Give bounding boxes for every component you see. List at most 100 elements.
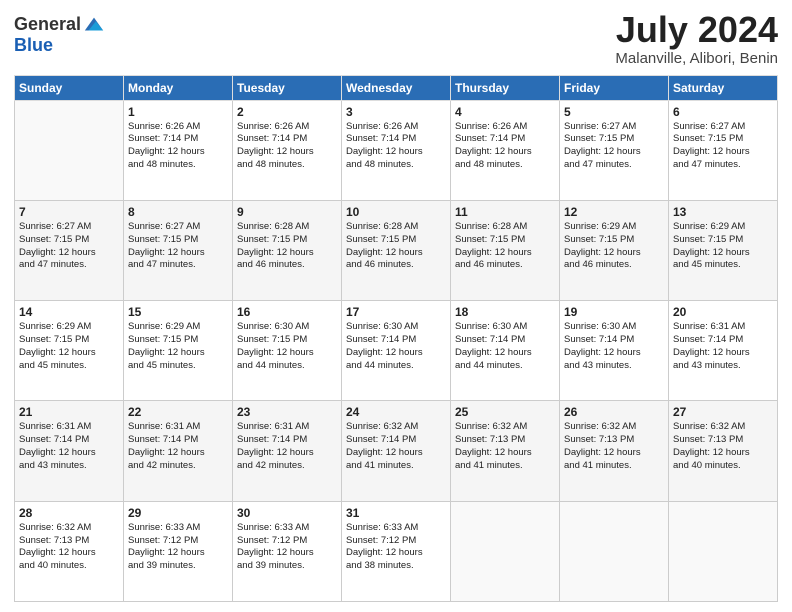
day-info: Sunrise: 6:32 AM Sunset: 7:13 PM Dayligh…: [19, 522, 119, 573]
week-row: 28 Sunrise: 6:32 AM Sunset: 7:13 PM Dayli…: [15, 501, 778, 601]
calendar-header: SundayMondayTuesdayWednesdayThursdayFrid…: [15, 75, 778, 100]
col-header-saturday: Saturday: [669, 75, 778, 100]
day-info: Sunrise: 6:30 AM Sunset: 7:14 PM Dayligh…: [455, 321, 555, 372]
title-location: Malanville, Alibori, Benin: [615, 50, 778, 67]
col-header-monday: Monday: [124, 75, 233, 100]
logo-icon: [83, 14, 105, 36]
day-number: 24: [346, 405, 446, 419]
day-info: Sunrise: 6:33 AM Sunset: 7:12 PM Dayligh…: [346, 522, 446, 573]
day-info: Sunrise: 6:33 AM Sunset: 7:12 PM Dayligh…: [128, 522, 228, 573]
day-info: Sunrise: 6:27 AM Sunset: 7:15 PM Dayligh…: [19, 221, 119, 272]
day-cell: 10 Sunrise: 6:28 AM Sunset: 7:15 PM Dayli…: [342, 200, 451, 300]
day-number: 13: [673, 205, 773, 219]
calendar-table: SundayMondayTuesdayWednesdayThursdayFrid…: [14, 75, 778, 602]
day-info: Sunrise: 6:29 AM Sunset: 7:15 PM Dayligh…: [19, 321, 119, 372]
day-cell: [560, 501, 669, 601]
day-number: 26: [564, 405, 664, 419]
day-cell: 30Sunrise: 6:33 AM Sunset: 7:12 PM Dayli…: [233, 501, 342, 601]
day-info: Sunrise: 6:28 AM Sunset: 7:15 PM Dayligh…: [346, 221, 446, 272]
day-number: 30: [237, 506, 337, 520]
day-cell: 8 Sunrise: 6:27 AM Sunset: 7:15 PM Daylig…: [124, 200, 233, 300]
day-info: Sunrise: 6:28 AM Sunset: 7:15 PM Dayligh…: [237, 221, 337, 272]
day-info: Sunrise: 6:32 AM Sunset: 7:13 PM Dayligh…: [564, 421, 664, 472]
day-cell: [15, 100, 124, 200]
day-cell: 21 Sunrise: 6:31 AM Sunset: 7:14 PM Dayli…: [15, 401, 124, 501]
day-number: 21: [19, 405, 119, 419]
day-cell: 28 Sunrise: 6:32 AM Sunset: 7:13 PM Dayli…: [15, 501, 124, 601]
day-cell: 2Sunrise: 6:26 AM Sunset: 7:14 PM Daylig…: [233, 100, 342, 200]
day-cell: [669, 501, 778, 601]
day-cell: 6 Sunrise: 6:27 AM Sunset: 7:15 PM Daylig…: [669, 100, 778, 200]
day-info: Sunrise: 6:29 AM Sunset: 7:15 PM Dayligh…: [128, 321, 228, 372]
day-cell: 23Sunrise: 6:31 AM Sunset: 7:14 PM Dayli…: [233, 401, 342, 501]
day-info: Sunrise: 6:31 AM Sunset: 7:14 PM Dayligh…: [673, 321, 773, 372]
day-number: 29: [128, 506, 228, 520]
week-row: 21 Sunrise: 6:31 AM Sunset: 7:14 PM Dayli…: [15, 401, 778, 501]
logo-blue: Blue: [14, 35, 53, 55]
day-number: 6: [673, 105, 773, 119]
day-cell: 14 Sunrise: 6:29 AM Sunset: 7:15 PM Dayli…: [15, 301, 124, 401]
day-cell: 20 Sunrise: 6:31 AM Sunset: 7:14 PM Dayli…: [669, 301, 778, 401]
day-cell: 11 Sunrise: 6:28 AM Sunset: 7:15 PM Dayli…: [451, 200, 560, 300]
day-info: Sunrise: 6:28 AM Sunset: 7:15 PM Dayligh…: [455, 221, 555, 272]
col-header-wednesday: Wednesday: [342, 75, 451, 100]
day-cell: 31 Sunrise: 6:33 AM Sunset: 7:12 PM Dayli…: [342, 501, 451, 601]
day-info: Sunrise: 6:26 AM Sunset: 7:14 PM Dayligh…: [237, 121, 337, 172]
day-info: Sunrise: 6:27 AM Sunset: 7:15 PM Dayligh…: [128, 221, 228, 272]
day-cell: 15 Sunrise: 6:29 AM Sunset: 7:15 PM Dayli…: [124, 301, 233, 401]
day-number: 8: [128, 205, 228, 219]
logo: General Blue: [14, 14, 105, 56]
day-number: 5: [564, 105, 664, 119]
day-info: Sunrise: 6:26 AM Sunset: 7:14 PM Dayligh…: [455, 121, 555, 172]
week-row: 7Sunrise: 6:27 AM Sunset: 7:15 PM Daylig…: [15, 200, 778, 300]
day-cell: 9Sunrise: 6:28 AM Sunset: 7:15 PM Daylig…: [233, 200, 342, 300]
day-number: 17: [346, 305, 446, 319]
day-number: 3: [346, 105, 446, 119]
day-cell: 18 Sunrise: 6:30 AM Sunset: 7:14 PM Dayli…: [451, 301, 560, 401]
day-cell: 25Sunrise: 6:32 AM Sunset: 7:13 PM Dayli…: [451, 401, 560, 501]
day-number: 11: [455, 205, 555, 219]
day-cell: 7Sunrise: 6:27 AM Sunset: 7:15 PM Daylig…: [15, 200, 124, 300]
day-info: Sunrise: 6:30 AM Sunset: 7:14 PM Dayligh…: [346, 321, 446, 372]
title-block: July 2024 Malanville, Alibori, Benin: [615, 10, 778, 67]
day-info: Sunrise: 6:26 AM Sunset: 7:14 PM Dayligh…: [346, 121, 446, 172]
day-info: Sunrise: 6:29 AM Sunset: 7:15 PM Dayligh…: [564, 221, 664, 272]
day-info: Sunrise: 6:26 AM Sunset: 7:14 PM Dayligh…: [128, 121, 228, 172]
day-cell: 3 Sunrise: 6:26 AM Sunset: 7:14 PM Daylig…: [342, 100, 451, 200]
day-number: 12: [564, 205, 664, 219]
page: General Blue July 2024 Malanville, Alibo…: [0, 0, 792, 612]
day-cell: 17 Sunrise: 6:30 AM Sunset: 7:14 PM Dayli…: [342, 301, 451, 401]
day-cell: [451, 501, 560, 601]
title-month: July 2024: [615, 10, 778, 50]
day-cell: 16Sunrise: 6:30 AM Sunset: 7:15 PM Dayli…: [233, 301, 342, 401]
day-info: Sunrise: 6:27 AM Sunset: 7:15 PM Dayligh…: [673, 121, 773, 172]
day-cell: 22Sunrise: 6:31 AM Sunset: 7:14 PM Dayli…: [124, 401, 233, 501]
day-number: 19: [564, 305, 664, 319]
week-row: 14 Sunrise: 6:29 AM Sunset: 7:15 PM Dayli…: [15, 301, 778, 401]
day-number: 15: [128, 305, 228, 319]
day-info: Sunrise: 6:31 AM Sunset: 7:14 PM Dayligh…: [19, 421, 119, 472]
day-number: 22: [128, 405, 228, 419]
day-info: Sunrise: 6:32 AM Sunset: 7:13 PM Dayligh…: [455, 421, 555, 472]
day-number: 20: [673, 305, 773, 319]
day-number: 10: [346, 205, 446, 219]
day-info: Sunrise: 6:32 AM Sunset: 7:14 PM Dayligh…: [346, 421, 446, 472]
day-cell: 12 Sunrise: 6:29 AM Sunset: 7:15 PM Dayli…: [560, 200, 669, 300]
week-row: 1Sunrise: 6:26 AM Sunset: 7:14 PM Daylig…: [15, 100, 778, 200]
col-header-thursday: Thursday: [451, 75, 560, 100]
day-number: 28: [19, 506, 119, 520]
day-number: 18: [455, 305, 555, 319]
day-info: Sunrise: 6:29 AM Sunset: 7:15 PM Dayligh…: [673, 221, 773, 272]
day-cell: 4Sunrise: 6:26 AM Sunset: 7:14 PM Daylig…: [451, 100, 560, 200]
day-cell: 24 Sunrise: 6:32 AM Sunset: 7:14 PM Dayli…: [342, 401, 451, 501]
day-info: Sunrise: 6:31 AM Sunset: 7:14 PM Dayligh…: [237, 421, 337, 472]
calendar-body: 1Sunrise: 6:26 AM Sunset: 7:14 PM Daylig…: [15, 100, 778, 601]
day-cell: 1Sunrise: 6:26 AM Sunset: 7:14 PM Daylig…: [124, 100, 233, 200]
day-cell: 19Sunrise: 6:30 AM Sunset: 7:14 PM Dayli…: [560, 301, 669, 401]
day-number: 16: [237, 305, 337, 319]
logo-general: General: [14, 15, 81, 35]
day-number: 31: [346, 506, 446, 520]
day-cell: 26 Sunrise: 6:32 AM Sunset: 7:13 PM Dayli…: [560, 401, 669, 501]
day-number: 14: [19, 305, 119, 319]
day-cell: 5Sunrise: 6:27 AM Sunset: 7:15 PM Daylig…: [560, 100, 669, 200]
